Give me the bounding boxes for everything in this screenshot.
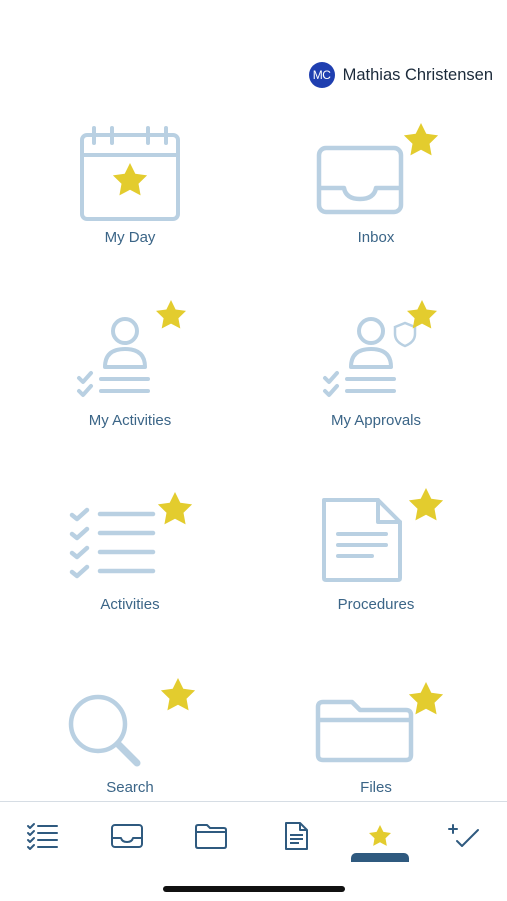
tile-inbox[interactable]: Inbox xyxy=(276,115,476,265)
tile-procedures[interactable]: Procedures xyxy=(276,482,476,632)
tile-my-approvals[interactable]: My Approvals xyxy=(276,298,476,448)
avatar: MC xyxy=(308,62,335,88)
add-check-icon xyxy=(448,824,479,847)
magnifier-icon xyxy=(68,678,196,767)
tab-files[interactable] xyxy=(181,816,241,856)
tile-activities[interactable]: Activities xyxy=(30,482,230,632)
tile-label: Procedures xyxy=(337,596,415,613)
favorite-star-icon xyxy=(408,488,444,521)
favorite-star-icon xyxy=(160,678,196,711)
user-name: Mathias Christensen xyxy=(342,65,493,84)
favorite-star-icon xyxy=(156,300,186,329)
tab-favorites[interactable] xyxy=(350,816,410,856)
tile-my-day[interactable]: My Day xyxy=(30,115,230,265)
checklist-icon xyxy=(69,492,193,579)
favorite-star-icon xyxy=(407,300,437,329)
tile-label: Inbox xyxy=(357,229,395,246)
bottom-tab-bar xyxy=(0,801,507,901)
home-indicator xyxy=(163,886,345,892)
tile-files[interactable]: Files xyxy=(276,665,476,815)
folder-icon xyxy=(315,682,444,763)
tab-inbox[interactable] xyxy=(97,816,157,856)
user-checklist-shield-icon xyxy=(323,300,437,397)
checklist-icon xyxy=(27,823,58,850)
shield-icon xyxy=(393,321,417,348)
inbox-tray-icon xyxy=(316,123,439,215)
tab-procedures[interactable] xyxy=(266,816,326,856)
tab-add-activity[interactable] xyxy=(434,816,494,856)
favorite-star-icon xyxy=(408,682,444,715)
user-checklist-icon xyxy=(77,300,186,397)
tile-label: Activities xyxy=(100,596,160,613)
tile-label: Files xyxy=(360,779,392,796)
folder-icon xyxy=(195,824,227,849)
inbox-tray-icon xyxy=(111,824,143,848)
tile-label: My Day xyxy=(104,229,156,246)
tile-my-activities[interactable]: My Activities xyxy=(30,298,230,448)
tile-search[interactable]: Search xyxy=(30,665,230,815)
tile-label: Search xyxy=(106,779,154,796)
document-icon xyxy=(322,488,444,582)
star-icon xyxy=(369,825,391,846)
tab-activities[interactable] xyxy=(13,816,73,856)
user-chip[interactable]: MC Mathias Christensen xyxy=(308,62,493,88)
calendar-star-icon xyxy=(80,126,180,221)
favorite-star-icon xyxy=(403,123,439,156)
tile-label: My Activities xyxy=(88,412,172,429)
favorite-star-icon xyxy=(157,492,193,525)
tile-label: My Approvals xyxy=(330,412,422,429)
document-icon xyxy=(285,822,308,850)
active-tab-indicator xyxy=(351,853,409,862)
